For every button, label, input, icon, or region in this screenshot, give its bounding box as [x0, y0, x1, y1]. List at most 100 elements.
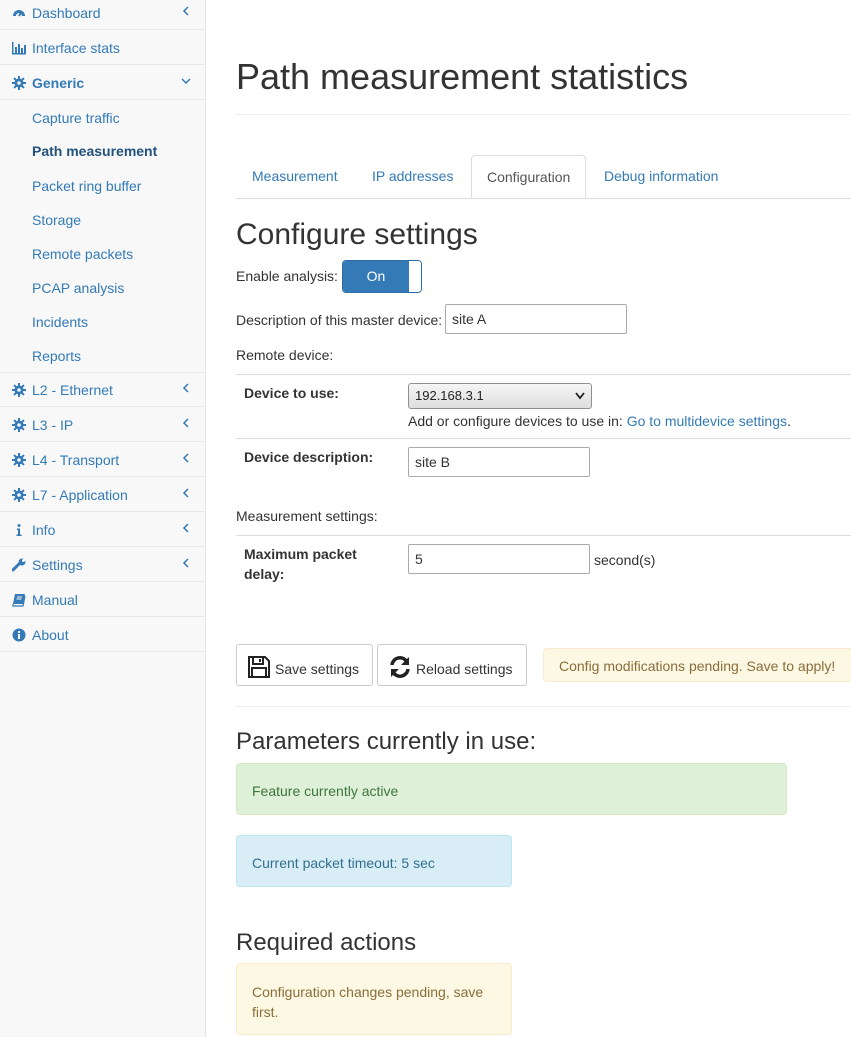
device-description-label: Device description:: [244, 449, 374, 465]
parameters-heading: Parameters currently in use:: [236, 728, 537, 755]
wrench-icon: [12, 558, 26, 572]
chevron-left-icon: [182, 418, 189, 428]
tab-ip-addresses[interactable]: IP addresses: [357, 155, 468, 197]
bar-chart-icon: [12, 41, 26, 55]
max-delay-label-line2: delay:: [244, 566, 285, 582]
gear-icon: [12, 417, 26, 432]
save-settings-button[interactable]: Save settings: [236, 644, 373, 686]
nav-item-label: Info: [32, 521, 56, 538]
max-delay-label: Maximum packet delay:: [244, 544, 357, 584]
table-divider: [236, 374, 851, 375]
nav-item-label: Settings: [32, 556, 83, 573]
device-to-use-label: Device to use:: [244, 385, 339, 401]
device-select-value: 192.168.3.1: [415, 388, 484, 403]
sidebar-subitem-remote-packets[interactable]: Remote packets: [32, 244, 133, 264]
nav-item-about[interactable]: About: [0, 618, 205, 652]
reload-settings-label: Reload settings: [416, 661, 513, 677]
nav-item-label: L3 - IP: [32, 416, 74, 433]
devices-hint: Add or configure devices to use in: Go t…: [408, 413, 791, 429]
tab-bar: Measurement IP addresses Configuration D…: [236, 155, 851, 199]
info-circle-icon: [12, 628, 26, 642]
save-settings-label: Save settings: [275, 661, 360, 677]
chevron-left-icon: [182, 383, 189, 393]
tab-measurement[interactable]: Measurement: [237, 155, 353, 197]
sidebar: Dashboard Interface stats Generic Captur…: [0, 0, 206, 1037]
gear-icon: [12, 382, 26, 397]
configure-heading: Configure settings: [236, 218, 478, 251]
nav-item-dashboard[interactable]: Dashboard: [0, 0, 205, 30]
title-divider: [236, 114, 851, 115]
toggle-on-label: On: [343, 261, 409, 292]
feature-active-alert: Feature currently active: [236, 763, 787, 815]
required-notice-line1: Configuration changes pending, save: [252, 984, 484, 1000]
sidebar-subitem-incidents[interactable]: Incidents: [32, 312, 88, 332]
tab-configuration[interactable]: Configuration: [471, 155, 587, 198]
sidebar-subitem-reports[interactable]: Reports: [32, 346, 81, 366]
info-icon: [12, 523, 26, 537]
section-divider: [236, 706, 851, 707]
gear-icon: [12, 487, 26, 502]
dashboard-icon: [12, 6, 26, 20]
chevron-down-icon: [181, 78, 191, 85]
book-icon: [12, 593, 26, 607]
measurement-settings-label: Measurement settings:: [236, 508, 378, 524]
required-actions-alert: Configuration changes pending, save firs…: [236, 963, 512, 1035]
remote-device-label: Remote device:: [236, 347, 334, 363]
nav-item-label: Interface stats: [32, 39, 120, 56]
nav-item-label: L7 - Application: [32, 486, 128, 503]
chevron-left-icon: [182, 6, 189, 16]
nav-item-manual[interactable]: Manual: [0, 583, 205, 617]
required-notice-line2: first.: [252, 1004, 279, 1020]
nav-item-settings[interactable]: Settings: [0, 548, 205, 582]
devices-hint-end: .: [786, 413, 791, 429]
main-content: Path measurement statistics Measurement …: [206, 0, 851, 1037]
sidebar-subitem-packet-ring-buffer[interactable]: Packet ring buffer: [32, 176, 141, 196]
device-select[interactable]: 192.168.3.1: [408, 383, 592, 409]
nav-item-label: Manual: [32, 591, 78, 608]
nav-item-l3-ip[interactable]: L3 - IP: [0, 408, 205, 442]
nav-item-label: L2 - Ethernet: [32, 381, 113, 398]
max-delay-unit: second(s): [594, 552, 656, 568]
required-actions-heading: Required actions: [236, 929, 417, 956]
nav-item-generic[interactable]: Generic: [0, 66, 205, 100]
sidebar-subitem-capture-traffic[interactable]: Capture traffic: [32, 108, 120, 128]
device-description-input[interactable]: [408, 447, 590, 477]
max-delay-input[interactable]: [408, 544, 590, 574]
nav-item-label: About: [32, 626, 69, 643]
page-title: Path measurement statistics: [236, 56, 689, 97]
nav-item-l2-ethernet[interactable]: L2 - Ethernet: [0, 373, 205, 407]
sidebar-subitem-storage[interactable]: Storage: [32, 210, 81, 230]
refresh-icon: [390, 656, 410, 678]
packet-timeout-alert: Current packet timeout: 5 sec: [236, 835, 512, 887]
multidevice-settings-link[interactable]: Go to multidevice settings: [627, 413, 787, 429]
nav-item-label: L4 - Transport: [32, 451, 120, 468]
reload-settings-button[interactable]: Reload settings: [377, 644, 527, 686]
sidebar-subitem-pcap-analysis[interactable]: PCAP analysis: [32, 278, 124, 298]
table-divider: [236, 438, 851, 439]
chevron-left-icon: [182, 523, 189, 533]
chevron-left-icon: [182, 488, 189, 498]
max-delay-label-line1: Maximum packet: [244, 546, 357, 562]
table-divider: [236, 535, 851, 536]
nav-item-label: Generic: [32, 74, 85, 91]
tab-debug-information[interactable]: Debug information: [589, 155, 733, 197]
nav-item-info[interactable]: Info: [0, 513, 205, 547]
nav-item-l7-application[interactable]: L7 - Application: [0, 478, 205, 512]
chevron-down-icon: [575, 392, 585, 400]
nav-item-l4-transport[interactable]: L4 - Transport: [0, 443, 205, 477]
nav-item-interface-stats[interactable]: Interface stats: [0, 31, 205, 65]
chevron-left-icon: [182, 558, 189, 568]
nav-item-label: Dashboard: [32, 4, 101, 21]
description-input[interactable]: [445, 304, 627, 334]
pending-notice: Config modifications pending. Save to ap…: [543, 648, 851, 682]
sidebar-subitem-path-measurement[interactable]: Path measurement: [32, 141, 157, 161]
devices-hint-text: Add or configure devices to use in:: [408, 413, 627, 429]
chevron-left-icon: [182, 453, 189, 463]
enable-analysis-toggle[interactable]: On: [342, 260, 422, 293]
enable-analysis-label: Enable analysis:: [236, 268, 338, 284]
description-label: Description of this master device:: [236, 312, 443, 328]
gear-icon: [12, 75, 26, 90]
save-icon: [248, 656, 270, 678]
toggle-knob: [409, 261, 421, 292]
gear-icon: [12, 452, 26, 467]
